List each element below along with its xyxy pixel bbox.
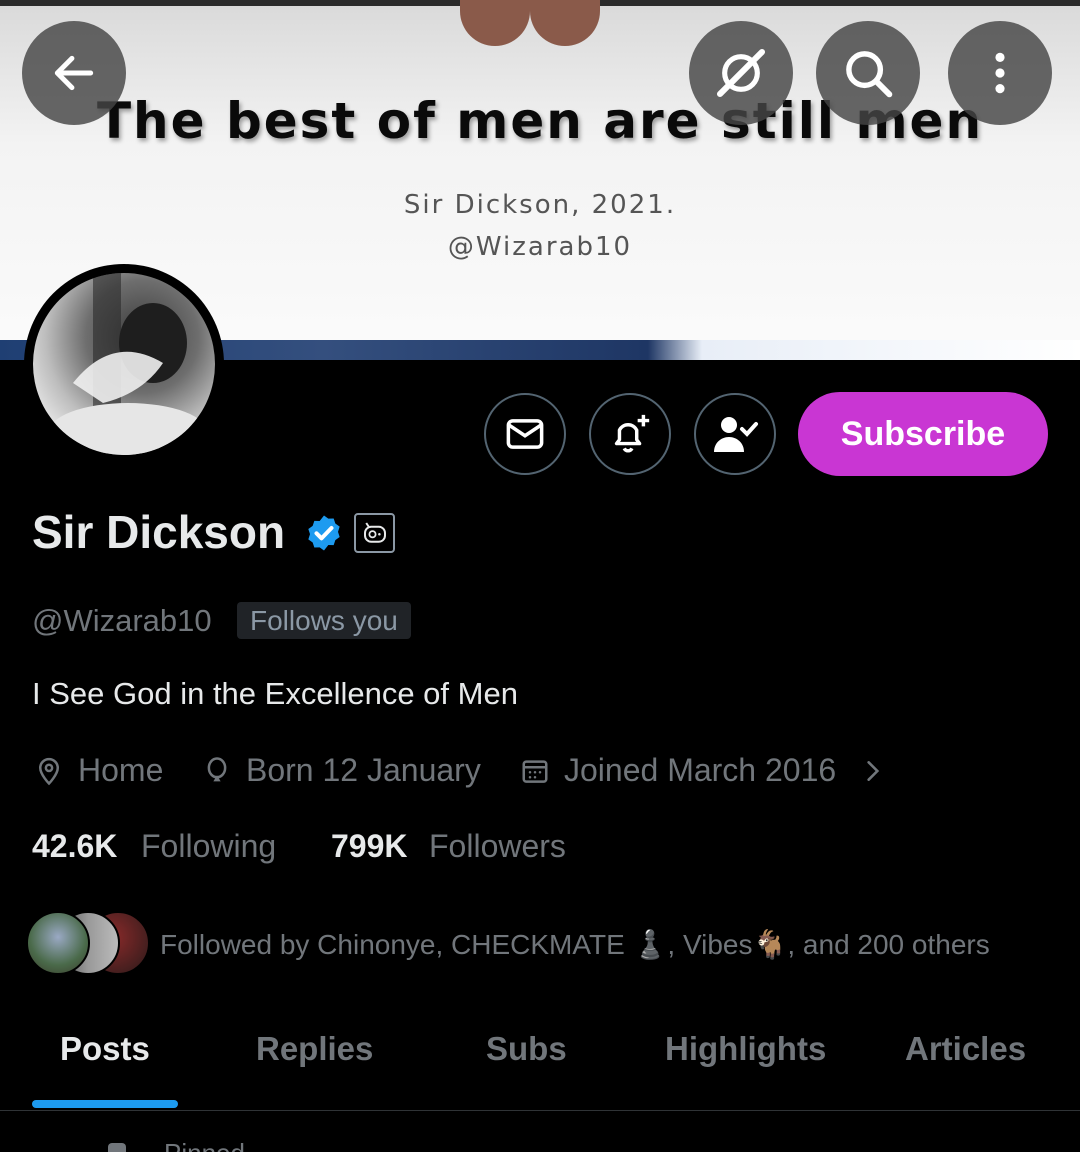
location-text: Home [78, 752, 164, 788]
tab-replies[interactable]: Replies [256, 1030, 373, 1068]
user-check-icon [714, 417, 758, 452]
back-button[interactable] [22, 21, 126, 125]
mutual-followers-avatars[interactable] [26, 911, 150, 975]
balloon-icon [207, 756, 227, 781]
pinned-label-row: Pinned [108, 1138, 245, 1152]
birthday-text: Born 12 January [246, 752, 481, 788]
calendar-icon [522, 759, 548, 783]
tab-divider [0, 1110, 1080, 1111]
tab-subs[interactable]: Subs [486, 1030, 567, 1068]
active-tab-indicator [32, 1100, 178, 1108]
joined-text: Joined March 2016 [564, 752, 837, 788]
message-button[interactable] [484, 393, 566, 475]
banner-caption-line2: @Wizarab10 [447, 232, 633, 262]
profile-bio: I See God in the Excellence of Men [32, 676, 518, 711]
more-vertical-icon [995, 52, 1005, 94]
back-arrow-icon [54, 55, 94, 91]
grok-button[interactable] [689, 21, 793, 125]
tab-articles[interactable]: Articles [905, 1030, 1026, 1068]
follows-you-badge: Follows you [237, 602, 411, 639]
chevron-right-icon [867, 760, 880, 781]
pin-icon [108, 1142, 126, 1152]
following-status-button[interactable] [694, 393, 776, 475]
joined-item[interactable]: Joined March 2016 [520, 752, 886, 789]
banner-quote: The best of men are still men [96, 92, 984, 150]
more-button[interactable] [948, 21, 1052, 125]
mutual-avatar-1 [26, 911, 90, 975]
followers-count[interactable]: 799K [331, 828, 408, 865]
robot-icon [363, 522, 386, 543]
subscribe-button[interactable]: Subscribe [798, 392, 1048, 476]
automated-account-badge[interactable] [354, 513, 395, 553]
followers-label[interactable]: Followers [429, 828, 566, 865]
following-count[interactable]: 42.6K [32, 828, 117, 865]
profile-avatar[interactable] [24, 264, 224, 464]
tab-posts[interactable]: Posts [60, 1030, 150, 1068]
profile-name: Sir Dickson [32, 506, 286, 558]
profile-handle: @Wizarab10 [32, 603, 212, 638]
grok-icon [716, 48, 766, 98]
banner-caption-line1: Sir Dickson, 2021. [403, 190, 677, 220]
bell-plus-icon [614, 414, 650, 453]
location-pin-icon [38, 757, 60, 785]
verified-badge-icon[interactable] [304, 513, 344, 553]
followed-by-text[interactable]: Followed by Chinonye, CHECKMATE ♟️, Vibe… [160, 928, 990, 961]
following-label[interactable]: Following [141, 828, 276, 865]
banner-shape-left [460, 0, 530, 46]
banner-shape-right [530, 0, 600, 46]
mail-icon [506, 419, 544, 449]
search-button[interactable] [816, 21, 920, 125]
birthday-item: Born 12 January [202, 752, 481, 789]
pinned-label: Pinned [164, 1138, 245, 1152]
avatar-image [33, 273, 215, 455]
notifications-button[interactable] [589, 393, 671, 475]
location-item: Home [34, 752, 163, 789]
search-icon [846, 51, 893, 98]
tab-highlights[interactable]: Highlights [665, 1030, 826, 1068]
